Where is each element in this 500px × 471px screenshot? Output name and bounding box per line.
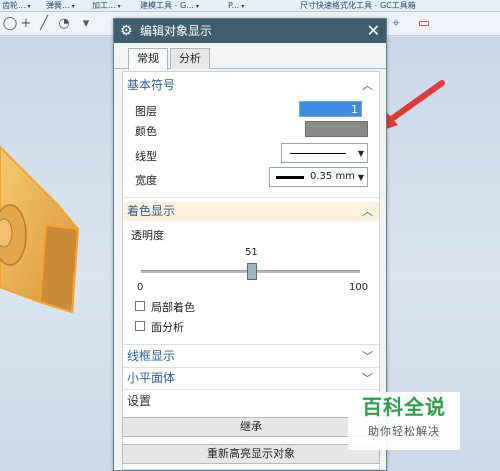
circle-icon[interactable]: ◯	[2, 16, 18, 32]
divider	[123, 389, 379, 390]
chevron-up-icon: ︿	[362, 79, 373, 92]
menu-item-gear[interactable]: 齿轮... ▾	[2, 0, 31, 11]
plus-icon[interactable]: +	[18, 16, 34, 32]
view-tool-icon[interactable]: ⌖	[388, 16, 404, 32]
solid-line-sample	[290, 153, 346, 154]
edit-object-display-dialog: ⚙ 编辑对象显示 ✕ 常规 分析 基本符号 ︿ 图层 颜色 线型 ▼ 宽度 0.…	[113, 18, 387, 471]
partial-shading-checkbox[interactable]	[135, 301, 145, 311]
section-title: 设置	[127, 394, 152, 408]
divider	[123, 344, 379, 345]
section-shading[interactable]: 着色显示 ︿	[123, 202, 379, 221]
tab-general[interactable]: 常规	[128, 48, 168, 70]
close-icon[interactable]: ✕	[367, 21, 380, 41]
transparency-value: 51	[245, 247, 258, 258]
tab-strip: 常规 分析	[114, 43, 386, 70]
thick-line-sample	[276, 176, 304, 179]
menu-item-modeling-tools[interactable]: 建模工具 - G... ▾	[140, 0, 199, 11]
tab-analysis[interactable]: 分析	[170, 48, 210, 69]
app-menubar: 齿轮... ▾ 弹簧... ▾ 加工... ▾ 建模工具 - G... ▾ P... ▾ …	[0, 0, 500, 12]
gear-icon: ⚙	[120, 23, 133, 39]
face-analysis-checkbox[interactable]	[135, 321, 145, 331]
menu-item-spring[interactable]: 弹簧... ▾	[46, 0, 75, 11]
part-model[interactable]	[0, 117, 120, 357]
slider-max-label: 100	[349, 282, 369, 293]
watermark: 百科全说 助你轻松解决	[348, 392, 460, 450]
width-dropdown[interactable]: 0.35 mm ▼	[269, 167, 368, 187]
color-label: 颜色	[135, 125, 157, 138]
chevron-down-icon: ﹀	[362, 350, 373, 363]
watermark-title: 百科全说	[362, 395, 446, 419]
section-title: 小平面体	[127, 371, 176, 385]
face-analysis-label: 面分析	[151, 321, 184, 334]
layer-label: 图层	[135, 105, 157, 118]
snap-icon[interactable]: ◔	[56, 16, 72, 32]
slider-min-label: 0	[137, 282, 144, 293]
color-swatch[interactable]	[305, 121, 368, 137]
width-value: 0.35 mm	[310, 171, 355, 182]
section-title: 线框显示	[127, 349, 176, 363]
width-label: 宽度	[135, 174, 157, 187]
section-wireframe[interactable]: 线框显示 ﹀	[123, 347, 379, 366]
chevron-down-icon: ﹀	[362, 372, 373, 385]
inherit-button[interactable]: 继承	[122, 417, 380, 437]
divider	[123, 367, 379, 368]
menu-item-dimension-tools[interactable]: 尺寸快速格式化工具 - GC工具箱	[300, 0, 416, 11]
dialog-content: 基本符号 ︿ 图层 颜色 线型 ▼ 宽度 0.35 mm ▼ 着色显示 ︿ 透明…	[122, 71, 380, 470]
filter-icon[interactable]: ▾	[78, 16, 94, 32]
section-title: 基本符号	[127, 78, 176, 92]
rehighlight-button[interactable]: 重新高亮显示对象	[122, 444, 380, 464]
linetype-dropdown[interactable]: ▼	[281, 143, 368, 163]
chevron-up-icon: ︿	[362, 205, 373, 218]
transparency-label: 透明度	[131, 229, 164, 242]
divider	[123, 197, 379, 198]
menu-item-p[interactable]: P... ▾	[228, 0, 244, 11]
section-title: 着色显示	[127, 204, 176, 218]
section-settings[interactable]: 设置	[123, 392, 379, 411]
layer-input[interactable]	[299, 101, 362, 117]
partial-shading-label: 局部着色	[151, 301, 195, 314]
menu-item-machining[interactable]: 加工... ▾	[92, 0, 121, 11]
dialog-title: 编辑对象显示	[140, 24, 213, 38]
measure-icon[interactable]: ▭	[416, 16, 432, 32]
linetype-label: 线型	[135, 150, 157, 163]
dialog-title-bar[interactable]: ⚙ 编辑对象显示 ✕	[114, 19, 386, 43]
transparency-slider-thumb[interactable]	[247, 263, 257, 280]
line-icon[interactable]: ╱	[36, 16, 52, 32]
section-basic-symbol[interactable]: 基本符号 ︿	[123, 76, 379, 95]
section-facet[interactable]: 小平面体 ﹀	[123, 369, 379, 388]
dropdown-arrow-icon: ▼	[357, 173, 364, 182]
watermark-subtitle: 助你轻松解决	[368, 425, 440, 438]
dropdown-arrow-icon: ▼	[357, 149, 364, 158]
